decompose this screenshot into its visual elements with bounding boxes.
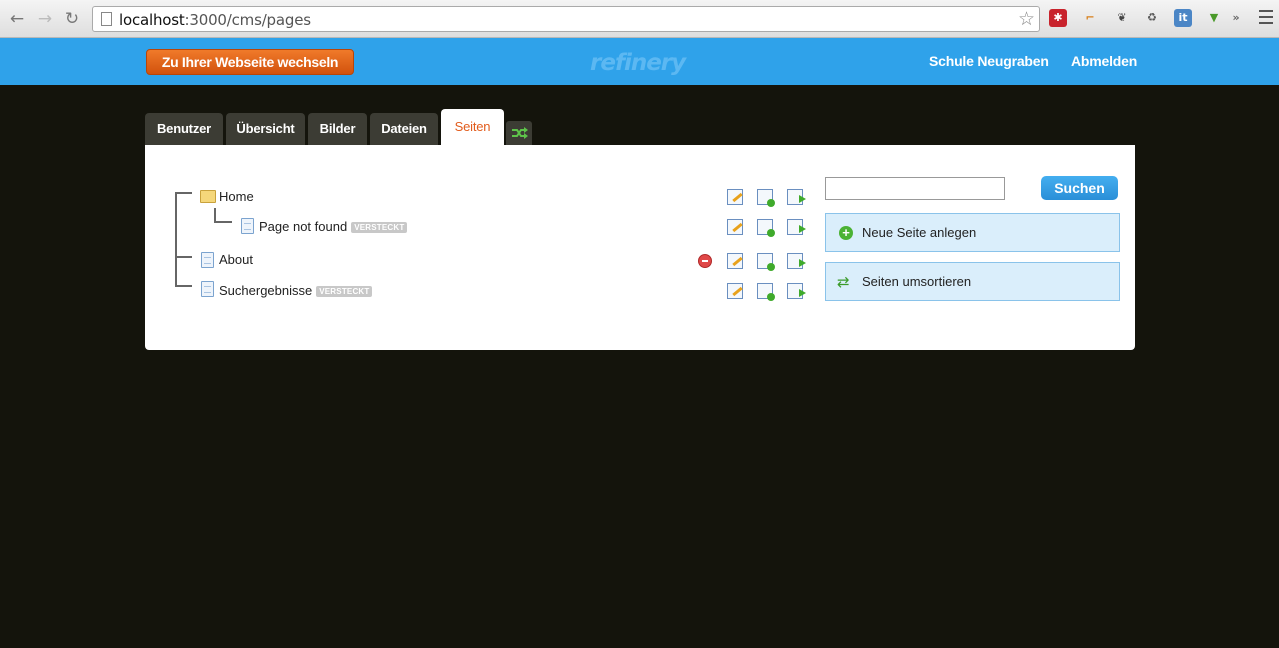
- tree-trunk-line: [175, 192, 177, 287]
- more-extensions-icon[interactable]: »: [1230, 9, 1242, 27]
- add-subpage-icon[interactable]: [757, 189, 775, 207]
- tree-branch-line: [175, 285, 192, 287]
- logout-link[interactable]: Abmelden: [1071, 53, 1137, 69]
- edit-page-icon[interactable]: [727, 189, 743, 205]
- extension-recycle-icon[interactable]: ♻: [1143, 9, 1161, 27]
- search-button[interactable]: Suchen: [1041, 176, 1118, 200]
- search-input[interactable]: [825, 177, 1005, 200]
- shuffle-icon: [512, 127, 528, 139]
- site-name-link[interactable]: Schule Neugraben: [929, 53, 1049, 69]
- delete-page-icon[interactable]: [698, 254, 712, 268]
- page-title-page-not-found[interactable]: Page not found VERSTECKT: [259, 219, 408, 234]
- preview-page-icon[interactable]: [787, 283, 806, 299]
- tab-benutzer[interactable]: Benutzer: [145, 113, 223, 145]
- cms-header: Zu Ihrer Webseite wechseln refinery Schu…: [0, 38, 1279, 85]
- page-icon: [201, 281, 214, 297]
- edit-page-icon[interactable]: [727, 253, 743, 269]
- preview-page-icon[interactable]: [787, 253, 806, 269]
- switch-to-website-button[interactable]: Zu Ihrer Webseite wechseln: [146, 49, 354, 75]
- page-title-about[interactable]: About: [219, 252, 253, 267]
- address-bar[interactable]: localhost:3000/cms/pages ☆: [92, 6, 1040, 32]
- hidden-badge: VERSTECKT: [316, 286, 373, 297]
- extension-red-icon[interactable]: ✱: [1049, 9, 1067, 27]
- extension-evernote-icon[interactable]: ❦: [1113, 9, 1131, 27]
- page-title-suchergebnisse[interactable]: Suchergebnisse VERSTECKT: [219, 283, 373, 298]
- browser-toolbar: ← → ↻ localhost:3000/cms/pages ☆ ✱ ⌐ ❦ ♻…: [0, 0, 1279, 38]
- preview-page-icon[interactable]: [787, 219, 806, 235]
- new-page-button[interactable]: + Neue Seite anlegen: [825, 213, 1120, 252]
- page-icon: [201, 252, 214, 268]
- tree-branch-line: [175, 256, 192, 258]
- bookmark-star-icon[interactable]: ☆: [1018, 8, 1035, 30]
- extension-ruler-icon[interactable]: ⌐: [1081, 9, 1099, 27]
- add-subpage-icon[interactable]: [757, 283, 775, 301]
- chrome-menu-icon[interactable]: [1259, 10, 1273, 26]
- tree-child-branch-line: [214, 221, 232, 223]
- edit-page-icon[interactable]: [727, 219, 743, 235]
- extension-green-icon[interactable]: ▼: [1205, 9, 1223, 27]
- extension-blue-icon[interactable]: it: [1174, 9, 1192, 27]
- reorder-icon: ⇄: [837, 273, 850, 291]
- edit-page-icon[interactable]: [727, 283, 743, 299]
- page-icon: [101, 12, 112, 26]
- hidden-badge: VERSTECKT: [351, 222, 408, 233]
- back-icon[interactable]: ←: [7, 9, 27, 29]
- tree-child-line: [214, 208, 216, 222]
- tab-bilder[interactable]: Bilder: [308, 113, 367, 145]
- reorder-tabs-button[interactable]: [506, 121, 532, 145]
- reorder-pages-label: Seiten umsortieren: [862, 274, 972, 289]
- tab-dateien[interactable]: Dateien: [370, 113, 438, 145]
- add-subpage-icon[interactable]: [757, 219, 775, 237]
- tab-seiten[interactable]: Seiten: [441, 109, 504, 145]
- tree-branch-line: [175, 192, 192, 194]
- reorder-pages-button[interactable]: ⇄ Seiten umsortieren: [825, 262, 1120, 301]
- add-subpage-icon[interactable]: [757, 253, 775, 271]
- page-title-home[interactable]: Home: [219, 189, 254, 204]
- preview-page-icon[interactable]: [787, 189, 806, 205]
- page-icon: [241, 218, 254, 234]
- forward-icon[interactable]: →: [35, 9, 55, 29]
- url-text: localhost:3000/cms/pages: [119, 11, 311, 29]
- tab-uebersicht[interactable]: Übersicht: [226, 113, 305, 145]
- new-page-label: Neue Seite anlegen: [862, 225, 977, 240]
- folder-icon: [200, 190, 216, 203]
- reload-icon[interactable]: ↻: [62, 9, 82, 29]
- plus-icon: +: [839, 226, 853, 240]
- refinery-logo: refinery: [590, 50, 686, 76]
